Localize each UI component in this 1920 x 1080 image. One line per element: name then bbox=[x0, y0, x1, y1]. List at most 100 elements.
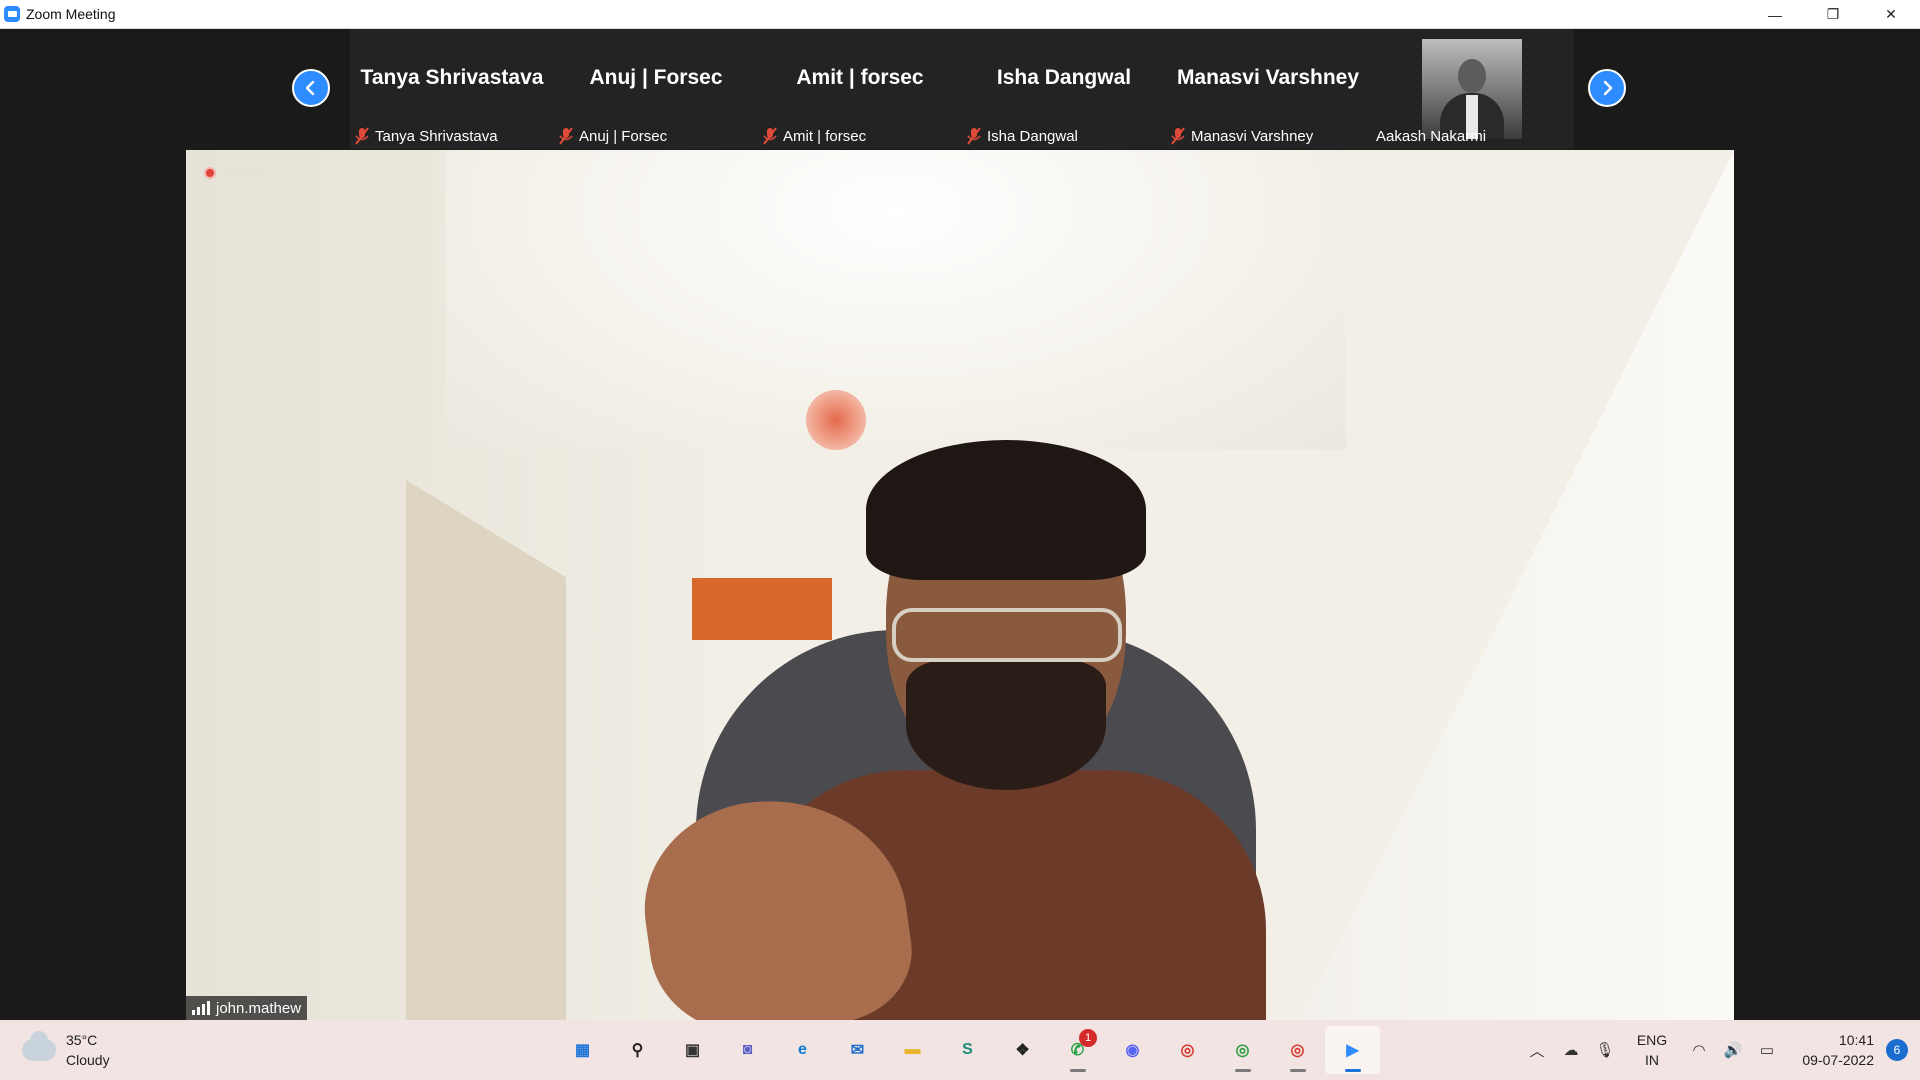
previous-page-button[interactable] bbox=[292, 69, 330, 107]
taskbar-app-chrome-profile-m[interactable]: ◎ bbox=[1270, 1026, 1325, 1074]
next-page-button[interactable] bbox=[1588, 69, 1626, 107]
taskbar-app-dropbox[interactable]: ❖ bbox=[995, 1026, 1050, 1074]
mail-icon: ✉ bbox=[850, 1042, 865, 1059]
window-controls: — ❐ ✕ bbox=[1746, 0, 1920, 29]
mic-muted-icon bbox=[967, 127, 981, 145]
participant-label: Manasvi Varshney bbox=[1170, 127, 1313, 145]
participant-label: Tanya Shrivastava bbox=[354, 127, 498, 145]
wifi-icon[interactable]: ◠ bbox=[1682, 1020, 1716, 1080]
mic-muted-icon bbox=[763, 127, 777, 145]
taskbar-app-file-explorer[interactable]: ▬ bbox=[885, 1026, 940, 1074]
taskbar-app-app-s[interactable]: S bbox=[940, 1026, 995, 1074]
participant-name: Amit | forsec bbox=[796, 66, 924, 89]
weather-condition: Cloudy bbox=[66, 1052, 110, 1068]
active-speaker-video[interactable]: Recording john.mathew bbox=[186, 150, 1734, 1020]
participant-label-text: Anuj | Forsec bbox=[579, 127, 668, 145]
participant-label-text: Manasvi Varshney bbox=[1191, 127, 1314, 145]
close-button[interactable]: ✕ bbox=[1862, 0, 1920, 29]
participant-label: Aakash Nakarmi bbox=[1376, 128, 1486, 145]
participant-label: Isha Dangwal bbox=[966, 127, 1078, 145]
participant-strip: Tanya Shrivastava Tanya Shrivastava Anuj… bbox=[0, 29, 1920, 149]
mic-muted-icon bbox=[1171, 127, 1185, 145]
taskbar-app-task-view[interactable]: ▣ bbox=[665, 1026, 720, 1074]
system-tray: ︿ ☁ 🎙 ENG IN ◠ 🔊 ▭ 10:41 09-07-2022 6 bbox=[1520, 1020, 1920, 1080]
dropbox-icon: ❖ bbox=[1015, 1042, 1030, 1059]
file-explorer-icon: ▬ bbox=[904, 1041, 921, 1058]
task-view-icon: ▣ bbox=[684, 1042, 701, 1059]
taskbar-app-zoom[interactable]: ▶ bbox=[1325, 1026, 1380, 1074]
window-title: Zoom Meeting bbox=[26, 6, 116, 22]
participant-video-thumbnail bbox=[1422, 39, 1522, 139]
weather-widget[interactable]: 35°C Cloudy bbox=[22, 1030, 110, 1070]
weather-temp: 35°C bbox=[66, 1032, 98, 1048]
recording-indicator: Recording bbox=[204, 166, 281, 180]
running-indicator bbox=[1290, 1069, 1306, 1072]
minimize-button[interactable]: — bbox=[1746, 0, 1804, 29]
battery-icon[interactable]: ▭ bbox=[1750, 1020, 1784, 1080]
participant-tile[interactable]: Isha Dangwal Isha Dangwal bbox=[962, 29, 1166, 149]
participant-tile[interactable]: Amit | forsec Amit | forsec bbox=[758, 29, 962, 149]
speaker-name-label: john.mathew bbox=[186, 996, 308, 1020]
taskbar-app-discord[interactable]: ◉ bbox=[1105, 1026, 1160, 1074]
volume-icon[interactable]: 🔊 bbox=[1716, 1020, 1750, 1080]
participant-tile[interactable]: Aakash Nakarmi bbox=[1370, 29, 1574, 149]
microphone-icon[interactable]: 🎙 bbox=[1588, 1020, 1622, 1080]
notification-count-badge[interactable]: 6 bbox=[1886, 1039, 1908, 1061]
recording-label: Recording bbox=[226, 166, 281, 180]
participant-name: Anuj | Forsec bbox=[589, 66, 723, 89]
ceiling-lamp bbox=[806, 390, 866, 450]
taskbar-app-whatsapp[interactable]: ✆ 1 bbox=[1050, 1026, 1105, 1074]
region-code: IN bbox=[1645, 1052, 1659, 1068]
taskbar-app-chrome[interactable]: ◎ bbox=[1160, 1026, 1215, 1074]
windows-taskbar: 35°C Cloudy ▦ ⚲ ▣ ◙ e ✉ ▬ S ❖ ✆ 1 ◉ ◎ ◎ ◎ ▶ ︿ ☁ 🎙 ENG I… bbox=[0, 1020, 1920, 1080]
unread-badge: 1 bbox=[1079, 1029, 1097, 1047]
chrome-profile-2-icon: ◎ bbox=[1235, 1042, 1250, 1059]
teams-chat-icon: ◙ bbox=[742, 1041, 753, 1058]
start-icon: ▦ bbox=[574, 1042, 591, 1059]
zoom-icon: ▶ bbox=[1346, 1042, 1359, 1059]
taskbar-app-chrome-profile-2[interactable]: ◎ bbox=[1215, 1026, 1270, 1074]
participant-label: Amit | forsec bbox=[762, 127, 866, 145]
edge-icon: e bbox=[798, 1041, 807, 1058]
taskbar-app-search[interactable]: ⚲ bbox=[610, 1026, 665, 1074]
taskbar-apps: ▦ ⚲ ▣ ◙ e ✉ ▬ S ❖ ✆ 1 ◉ ◎ ◎ ◎ ▶ bbox=[555, 1026, 1380, 1074]
running-indicator bbox=[1070, 1069, 1086, 1072]
participant-tiles: Tanya Shrivastava Tanya Shrivastava Anuj… bbox=[350, 29, 1574, 149]
onedrive-icon[interactable]: ☁ bbox=[1554, 1020, 1588, 1080]
participant-name: Manasvi Varshney bbox=[1176, 66, 1360, 89]
participant-label-text: Aakash Nakarmi bbox=[1376, 128, 1487, 145]
chrome-icon: ◎ bbox=[1180, 1042, 1195, 1059]
search-icon: ⚲ bbox=[631, 1042, 644, 1059]
participant-tile[interactable]: Anuj | Forsec Anuj | Forsec bbox=[554, 29, 758, 149]
participant-tile[interactable]: Manasvi Varshney Manasvi Varshney bbox=[1166, 29, 1370, 149]
window-titlebar: Zoom Meeting — ❐ ✕ bbox=[0, 0, 1920, 29]
signal-strength-icon bbox=[192, 1001, 210, 1015]
participant-tile[interactable]: Tanya Shrivastava Tanya Shrivastava bbox=[350, 29, 554, 149]
app-s-icon: S bbox=[962, 1041, 973, 1058]
cloud-icon bbox=[22, 1031, 56, 1061]
clock-date: 09-07-2022 bbox=[1802, 1052, 1874, 1068]
running-indicator bbox=[1345, 1069, 1361, 1072]
language-code: ENG bbox=[1636, 1032, 1668, 1048]
participant-label-text: Isha Dangwal bbox=[987, 127, 1078, 145]
participant-name: Tanya Shrivastava bbox=[360, 66, 544, 89]
show-hidden-icons-button[interactable]: ︿ bbox=[1520, 1020, 1554, 1080]
restore-button[interactable]: ❐ bbox=[1804, 0, 1862, 29]
language-indicator[interactable]: ENG IN bbox=[1622, 1030, 1682, 1070]
chevron-right-icon bbox=[1603, 80, 1613, 96]
taskbar-app-edge[interactable]: e bbox=[775, 1026, 830, 1074]
chrome-profile-m-icon: ◎ bbox=[1290, 1042, 1305, 1059]
participant-label-text: Tanya Shrivastava bbox=[375, 127, 498, 145]
participant-name: Isha Dangwal bbox=[996, 66, 1132, 89]
taskbar-app-start[interactable]: ▦ bbox=[555, 1026, 610, 1074]
clock-time: 10:41 bbox=[1838, 1032, 1874, 1048]
participant-label-text: Amit | forsec bbox=[783, 127, 867, 145]
participant-label: Anuj | Forsec bbox=[558, 127, 667, 145]
speaker-name: john.mathew bbox=[216, 999, 302, 1017]
running-indicator bbox=[1235, 1069, 1251, 1072]
discord-icon: ◉ bbox=[1125, 1042, 1140, 1059]
clock[interactable]: 10:41 09-07-2022 bbox=[1784, 1030, 1880, 1070]
mic-muted-icon bbox=[355, 127, 369, 145]
taskbar-app-mail[interactable]: ✉ bbox=[830, 1026, 885, 1074]
taskbar-app-teams-chat[interactable]: ◙ bbox=[720, 1026, 775, 1074]
